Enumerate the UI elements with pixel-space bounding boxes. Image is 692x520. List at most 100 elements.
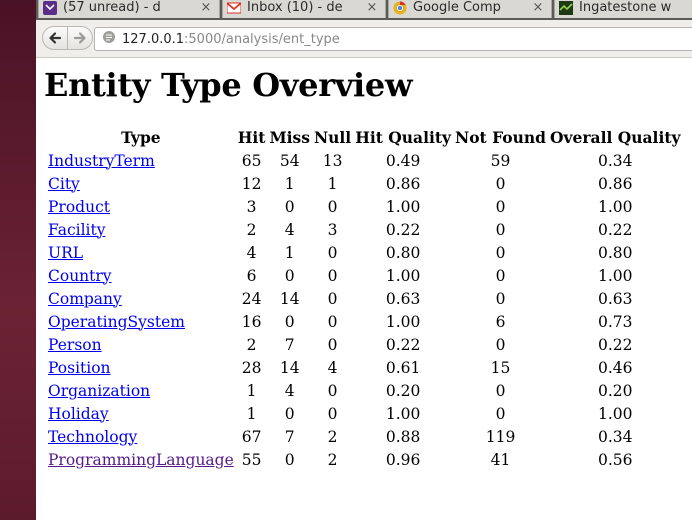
type-cell: Country xyxy=(47,264,235,287)
not-found-cell: 0 xyxy=(495,243,506,262)
miss-cell: 7 xyxy=(284,335,295,354)
hit-cell: 4 xyxy=(246,243,257,262)
null-cell: 0 xyxy=(327,243,338,262)
overall-quality-cell: 0.34 xyxy=(597,427,633,446)
overall-quality-cell: 0.56 xyxy=(597,450,633,469)
null-cell: 0 xyxy=(327,312,338,331)
column-header-null: Null xyxy=(313,128,352,147)
tab-inbox[interactable]: Inbox (10) - de × xyxy=(222,0,386,18)
null-cell: 2 xyxy=(327,427,338,446)
desktop-background xyxy=(0,0,36,520)
not-found-cell: 0 xyxy=(495,174,506,193)
url-path: :5000/analysis/ent_type xyxy=(184,31,340,47)
table-row: Person 2 7 0 0.22 0 0.22 xyxy=(47,333,682,356)
null-cell: 4 xyxy=(327,358,338,377)
type-cell: OperatingSystem xyxy=(47,310,235,333)
entity-type-link[interactable]: Company xyxy=(48,290,122,308)
entity-type-link[interactable]: Position xyxy=(48,359,111,377)
miss-cell: 1 xyxy=(284,243,295,262)
entity-type-link[interactable]: ProgrammingLanguage xyxy=(48,451,234,469)
back-button[interactable] xyxy=(42,26,68,50)
entity-type-link[interactable]: City xyxy=(48,175,80,193)
table-row: OperatingSystem 16 0 0 1.00 6 0.73 xyxy=(47,310,682,333)
hit-quality-cell: 0.49 xyxy=(385,151,421,170)
type-cell: URL xyxy=(47,241,235,264)
tab-mail-unread[interactable]: (57 unread) - d × xyxy=(38,0,220,18)
close-icon[interactable]: × xyxy=(531,0,545,15)
close-icon[interactable]: × xyxy=(365,0,379,15)
table-row: Technology 67 7 2 0.88 119 0.34 xyxy=(47,425,682,448)
page-content: Entity Type Overview Type Hit Miss Null … xyxy=(36,58,692,520)
close-icon[interactable]: × xyxy=(199,0,213,15)
hit-cell: 3 xyxy=(246,197,257,216)
forward-arrow-icon xyxy=(73,32,86,44)
overall-quality-cell: 0.63 xyxy=(597,289,633,308)
entity-type-link[interactable]: Person xyxy=(48,336,102,354)
tab-label: Google Comp xyxy=(413,0,501,15)
miss-cell: 0 xyxy=(284,197,295,216)
entity-type-link[interactable]: Holiday xyxy=(48,405,109,423)
entity-type-link[interactable]: IndustryTerm xyxy=(48,152,155,170)
overall-quality-cell: 0.20 xyxy=(597,381,633,400)
hit-quality-cell: 0.22 xyxy=(385,335,421,354)
miss-cell: 4 xyxy=(284,381,295,400)
type-cell: IndustryTerm xyxy=(47,149,235,172)
not-found-cell: 15 xyxy=(490,358,511,377)
miss-cell: 1 xyxy=(284,174,295,193)
type-cell: ProgrammingLanguage xyxy=(47,448,235,471)
entity-type-link[interactable]: Technology xyxy=(48,428,137,446)
entity-type-link[interactable]: URL xyxy=(48,244,83,262)
hit-cell: 65 xyxy=(241,151,262,170)
miss-cell: 0 xyxy=(284,404,295,423)
table-row: Facility 2 4 3 0.22 0 0.22 xyxy=(47,218,682,241)
table-row: Company 24 14 0 0.63 0 0.63 xyxy=(47,287,682,310)
not-found-cell: 0 xyxy=(495,404,506,423)
table-row: Position 28 14 4 0.61 15 0.46 xyxy=(47,356,682,379)
not-found-cell: 6 xyxy=(495,312,506,331)
entity-type-link[interactable]: Organization xyxy=(48,382,150,400)
entity-type-link[interactable]: Country xyxy=(48,267,112,285)
hit-quality-cell: 1.00 xyxy=(385,266,421,285)
column-header-overall-quality: Overall Quality xyxy=(549,128,681,147)
null-cell: 0 xyxy=(327,289,338,308)
hit-cell: 24 xyxy=(241,289,262,308)
miss-cell: 54 xyxy=(279,151,300,170)
address-bar[interactable]: 127.0.0.1:5000/analysis/ent_type xyxy=(94,27,692,51)
hit-cell: 28 xyxy=(241,358,262,377)
entity-type-link[interactable]: OperatingSystem xyxy=(48,313,185,331)
page-icon xyxy=(102,30,116,48)
back-arrow-icon xyxy=(49,32,62,44)
gmail-icon xyxy=(226,1,242,15)
hit-quality-cell: 1.00 xyxy=(385,197,421,216)
hit-cell: 6 xyxy=(246,266,257,285)
type-cell: City xyxy=(47,172,235,195)
forward-button[interactable] xyxy=(67,26,93,50)
type-cell: Technology xyxy=(47,425,235,448)
entity-type-link[interactable]: Product xyxy=(48,198,110,216)
table-row: Product 3 0 0 1.00 0 1.00 xyxy=(47,195,682,218)
miss-cell: 4 xyxy=(284,220,295,239)
miss-cell: 0 xyxy=(284,266,295,285)
hit-quality-cell: 1.00 xyxy=(385,312,421,331)
null-cell: 0 xyxy=(327,266,338,285)
tab-google-compute[interactable]: Google Comp × xyxy=(388,0,552,18)
null-cell: 13 xyxy=(322,151,343,170)
browser-toolbar: 127.0.0.1:5000/analysis/ent_type xyxy=(36,20,692,58)
overall-quality-cell: 0.86 xyxy=(597,174,633,193)
hit-cell: 12 xyxy=(241,174,262,193)
entity-type-link[interactable]: Facility xyxy=(48,221,105,239)
type-cell: Company xyxy=(47,287,235,310)
tab-label: Inbox (10) - de xyxy=(247,0,343,15)
not-found-cell: 119 xyxy=(485,427,516,446)
overall-quality-cell: 1.00 xyxy=(597,404,633,423)
null-cell: 1 xyxy=(327,174,338,193)
hit-quality-cell: 1.00 xyxy=(385,404,421,423)
tab-label: (57 unread) - d xyxy=(63,0,161,15)
null-cell: 0 xyxy=(327,381,338,400)
hit-cell: 67 xyxy=(241,427,262,446)
tab-ingatestone[interactable]: Ingatestone w xyxy=(554,0,692,18)
hit-quality-cell: 0.61 xyxy=(385,358,421,377)
hit-cell: 1 xyxy=(246,381,257,400)
yahoo-mail-icon xyxy=(43,0,57,15)
not-found-cell: 0 xyxy=(495,289,506,308)
